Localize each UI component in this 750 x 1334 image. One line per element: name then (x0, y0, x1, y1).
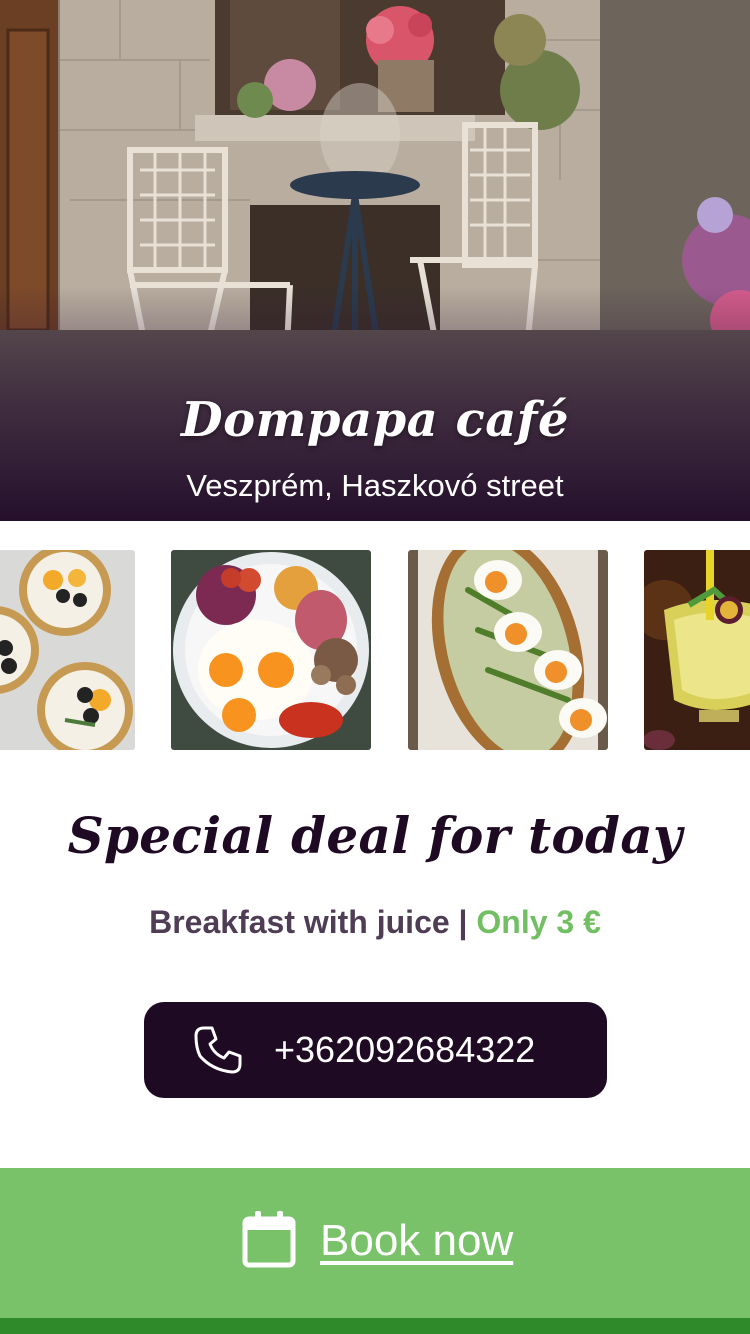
deal-description: Breakfast with juice (149, 904, 450, 940)
deal-description-line: Breakfast with juice | Only 3 € (0, 904, 750, 941)
hero-banner: Dompapa café Veszprém, Haszkovó street (0, 0, 750, 521)
gallery-item-fruit-tarts[interactable] (0, 550, 135, 750)
bottom-strip (0, 1318, 750, 1334)
book-now-button[interactable]: Book now (0, 1168, 750, 1318)
fruit-tarts-photo (0, 550, 135, 750)
egg-asparagus-toast-photo (408, 550, 608, 750)
call-phone-button[interactable]: +362092684322 (144, 1002, 607, 1098)
book-now-label: Book now (320, 1216, 514, 1265)
deal-heading: Special deal for today (67, 806, 683, 865)
gallery-item-passion-fruit-drink[interactable] (644, 550, 750, 750)
calendar-icon (242, 1211, 296, 1268)
fried-eggs-breakfast-photo (171, 550, 371, 750)
phone-number: +362092684322 (274, 1029, 536, 1070)
phone-icon (194, 1026, 242, 1074)
cafe-address: Veszprém, Haszkovó street (186, 468, 564, 503)
deal-price: Only 3 € (476, 904, 601, 940)
food-gallery[interactable] (0, 550, 750, 752)
cafe-name: Dompapa café (181, 392, 569, 448)
gallery-item-egg-toast[interactable] (408, 550, 608, 750)
gallery-item-fried-eggs[interactable] (171, 550, 371, 750)
deal-separator: | (449, 904, 477, 940)
passion-fruit-drink-photo (644, 550, 750, 750)
